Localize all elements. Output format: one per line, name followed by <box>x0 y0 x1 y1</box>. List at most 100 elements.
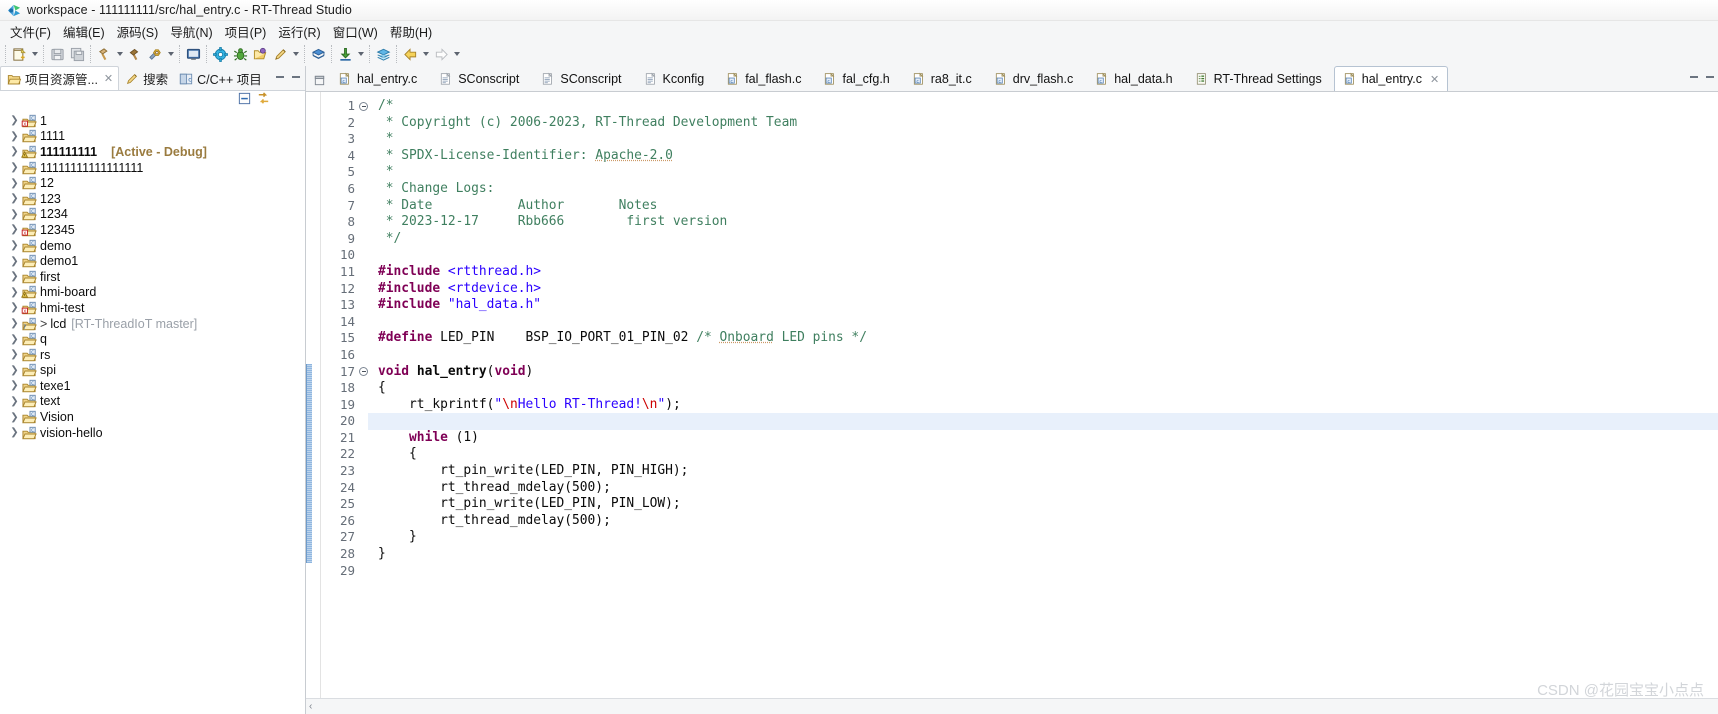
pane-window-buttons[interactable] <box>273 68 302 81</box>
code-line-29[interactable] <box>368 563 1718 580</box>
tree-item-111111111[interactable]: ❯ c 111111111 [Active - Debug] <box>0 144 305 160</box>
save-icon[interactable] <box>47 44 67 64</box>
code-line-23[interactable]: rt_pin_write(LED_PIN, PIN_HIGH); <box>368 463 1718 480</box>
folding-marker-column[interactable] <box>359 92 368 698</box>
forward-arrow-icon[interactable] <box>431 44 451 64</box>
menu-window[interactable]: 窗口(W) <box>327 20 384 43</box>
close-icon[interactable]: ✕ <box>104 72 113 85</box>
editor-tab-fal-cfg-h-5[interactable]: c fal_cfg.h <box>813 67 901 91</box>
editor-tab-sconscript-1[interactable]: SConscript <box>429 67 531 91</box>
code-line-2[interactable]: * Copyright (c) 2006-2023, RT-Thread Dev… <box>368 115 1718 132</box>
chevron-right-icon[interactable]: ❯ <box>8 115 21 126</box>
tree-item-vision-hello[interactable]: ❯ c vision-hello <box>0 425 305 441</box>
code-line-5[interactable]: * <box>368 164 1718 181</box>
code-line-28[interactable]: } <box>368 546 1718 563</box>
editor-tab-hal-entry-c-0[interactable]: c hal_entry.c <box>328 67 429 91</box>
editor-tab-ra8-it-c-6[interactable]: c ra8_it.c <box>902 67 984 91</box>
minimize-pane-icon[interactable] <box>273 68 286 81</box>
settings-gear-icon[interactable] <box>210 44 230 64</box>
tree-item-123[interactable]: ❯ c 123 <box>0 191 305 207</box>
build-hammer-icon[interactable] <box>94 44 114 64</box>
code-line-11[interactable]: #include <rtthread.h> <box>368 264 1718 281</box>
editor-tab-drv-flash-c-7[interactable]: c drv_flash.c <box>984 67 1085 91</box>
maximize-pane-icon[interactable] <box>289 68 302 81</box>
code-line-16[interactable] <box>368 347 1718 364</box>
fold-collapse-icon[interactable] <box>359 101 368 111</box>
tree-item-spi[interactable]: ❯ c spi <box>0 363 305 379</box>
code-line-18[interactable]: { <box>368 380 1718 397</box>
editor-tab-fal-flash-c-4[interactable]: c fal_flash.c <box>716 67 813 91</box>
editor-tab-kconfig-3[interactable]: Kconfig <box>634 67 717 91</box>
maximize-editor-icon[interactable] <box>1703 68 1716 81</box>
chevron-right-icon[interactable]: ❯ <box>8 162 21 173</box>
tree-item-first[interactable]: ❯ c first <box>0 269 305 285</box>
layers-icon[interactable] <box>373 44 393 64</box>
code-line-6[interactable]: * Change Logs: <box>368 181 1718 198</box>
tree-item-texe1[interactable]: ❯ c texe1 <box>0 378 305 394</box>
chevron-right-icon[interactable]: ❯ <box>8 271 21 282</box>
project-tree[interactable]: ❯ c x 1 ❯ c 1111 ❯ c 111111111 [Active - Debug] ❯ c 1… <box>0 111 305 714</box>
code-line-9[interactable]: */ <box>368 231 1718 248</box>
toolbar-dropdown-arrow[interactable] <box>420 44 431 64</box>
view-tab-0[interactable]: 项目资源管... ✕ <box>0 66 120 90</box>
chevron-right-icon[interactable]: ❯ <box>8 302 21 313</box>
code-line-21[interactable]: while (1) <box>368 430 1718 447</box>
scroll-left-icon[interactable]: ‹ <box>309 701 312 712</box>
tree-item-q[interactable]: ❯ c q <box>0 331 305 347</box>
menu-source[interactable]: 源码(S) <box>111 20 165 43</box>
menu-edit[interactable]: 编辑(E) <box>57 20 111 43</box>
open-package-icon[interactable] <box>250 44 270 64</box>
chevron-right-icon[interactable]: ❯ <box>8 287 21 298</box>
download-icon[interactable] <box>335 44 355 64</box>
code-line-22[interactable]: { <box>368 446 1718 463</box>
tree-item-text[interactable]: ❯ c text <box>0 394 305 410</box>
menu-help[interactable]: 帮助(H) <box>384 20 438 43</box>
chevron-right-icon[interactable]: ❯ <box>8 131 21 142</box>
code-line-24[interactable]: rt_thread_mdelay(500); <box>368 480 1718 497</box>
chevron-right-icon[interactable]: ❯ <box>8 334 21 345</box>
tree-item-hmi-test[interactable]: ❯ c x hmi-test <box>0 300 305 316</box>
code-line-25[interactable]: rt_pin_write(LED_PIN, PIN_LOW); <box>368 496 1718 513</box>
flash-pen-icon[interactable] <box>270 44 290 64</box>
code-line-3[interactable]: * <box>368 131 1718 148</box>
menu-run[interactable]: 运行(R) <box>272 20 326 43</box>
code-line-10[interactable] <box>368 247 1718 264</box>
debug-bug-icon[interactable] <box>230 44 250 64</box>
build-config-icon[interactable] <box>145 44 165 64</box>
chevron-right-icon[interactable]: ❯ <box>8 209 21 220</box>
new-file-icon[interactable] <box>9 44 29 64</box>
code-line-20[interactable] <box>368 413 1718 430</box>
code-line-26[interactable]: rt_thread_mdelay(500); <box>368 513 1718 530</box>
code-line-4[interactable]: * SPDX-License-Identifier: Apache-2.0 <box>368 148 1718 165</box>
menu-file[interactable]: 文件(F) <box>4 20 57 43</box>
menu-navigate[interactable]: 导航(N) <box>164 20 218 43</box>
tree-item-1111[interactable]: ❯ c 1111 <box>0 129 305 145</box>
tree-item-11111111111111111[interactable]: ❯ c 11111111111111111 <box>0 160 305 176</box>
toolbar-dropdown-arrow[interactable] <box>290 44 301 64</box>
chevron-right-icon[interactable]: ❯ <box>8 224 21 235</box>
code-line-19[interactable]: rt_kprintf("\nHello RT-Thread!\n"); <box>368 397 1718 414</box>
code-line-15[interactable]: #define LED_PIN BSP_IO_PORT_01_PIN_02 /*… <box>368 330 1718 347</box>
code-line-12[interactable]: #include <rtdevice.h> <box>368 281 1718 298</box>
chevron-right-icon[interactable]: ❯ <box>8 412 21 423</box>
collapse-all-icon[interactable] <box>237 91 252 111</box>
chevron-right-icon[interactable]: ❯ <box>8 427 21 438</box>
restore-editor-icon[interactable] <box>310 69 328 91</box>
tree-item-rs[interactable]: ❯ c rs <box>0 347 305 363</box>
editor-tab-hal-entry-c-10[interactable]: c hal_entry.c ✕ <box>1333 66 1449 91</box>
code-line-1[interactable]: /* <box>368 98 1718 115</box>
minimize-editor-icon[interactable] <box>1687 68 1700 81</box>
tree-item-Vision[interactable]: ❯ c Vision <box>0 409 305 425</box>
menu-project[interactable]: 项目(P) <box>219 20 273 43</box>
editor-tab-sconscript-2[interactable]: SConscript <box>531 67 633 91</box>
toolbar-dropdown-arrow[interactable] <box>451 44 462 64</box>
chevron-right-icon[interactable]: ❯ <box>8 146 21 157</box>
terminal-icon[interactable] <box>183 44 203 64</box>
back-arrow-icon[interactable] <box>400 44 420 64</box>
tree-item-12[interactable]: ❯ c 12 <box>0 175 305 191</box>
code-line-7[interactable]: * Date Author Notes <box>368 198 1718 215</box>
tree-item-12345[interactable]: ❯ c x 12345 <box>0 222 305 238</box>
close-icon[interactable]: ✕ <box>1430 73 1439 86</box>
tree-item-1[interactable]: ❯ c x 1 <box>0 113 305 129</box>
fold-collapse-icon[interactable] <box>359 367 368 377</box>
